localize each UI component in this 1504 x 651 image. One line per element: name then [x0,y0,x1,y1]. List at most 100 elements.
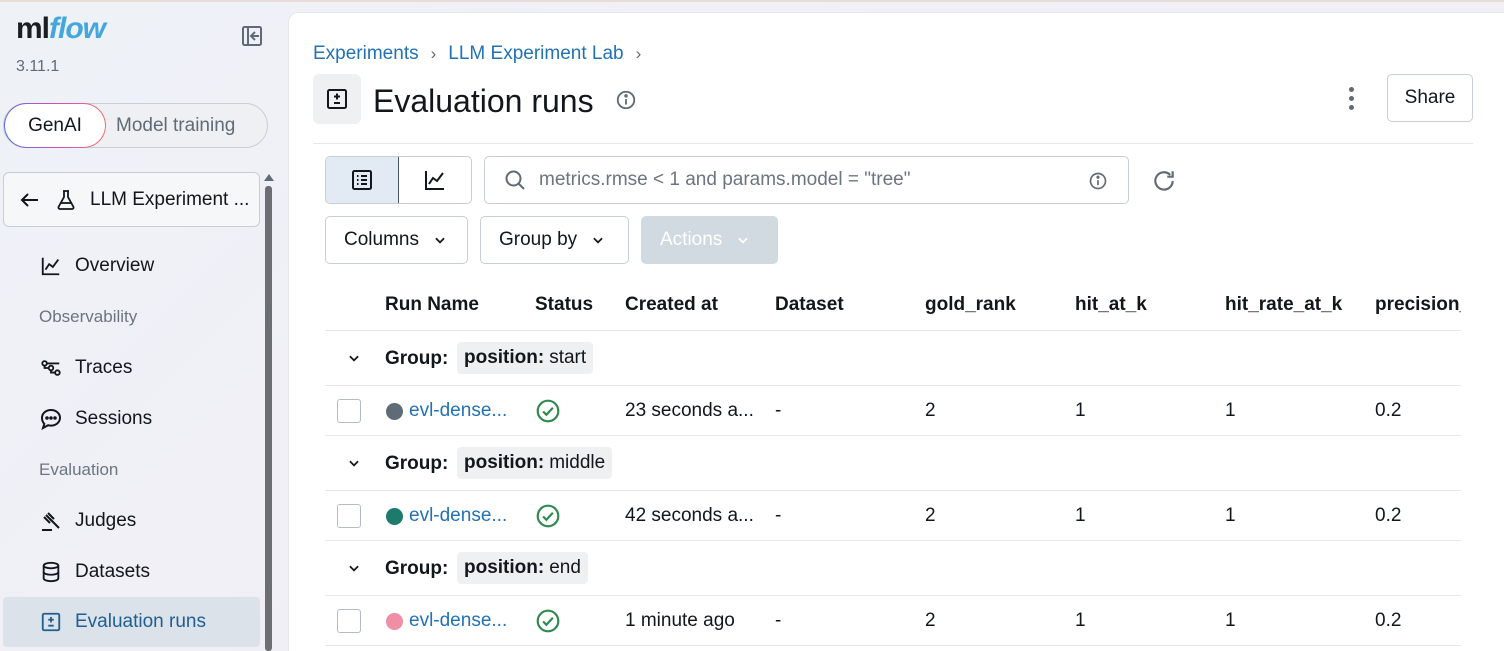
chart-view-button[interactable] [399,157,472,203]
page-icon [313,74,361,124]
sidebar-item-sessions[interactable]: Sessions [3,394,260,443]
table-row: evl-dense... 1 minute ago - 2 1 1 0.2 [325,596,1461,646]
group-label: Group: [385,348,449,369]
scrollbar-thumb[interactable] [265,186,272,651]
run-name-link[interactable]: evl-dense... [409,400,507,422]
arrow-left-icon[interactable] [18,188,42,212]
chart-line-icon [39,254,63,278]
column-header-run-name[interactable]: Run Name [385,294,479,316]
refresh-button[interactable] [1151,168,1177,199]
sidebar-item-evaluation-runs[interactable]: Evaluation runs [3,597,260,647]
hit-at-k-cell: 1 [1075,505,1086,526]
group-label: Group: [385,558,449,579]
experiment-selector-label: LLM Experiment ... [90,188,250,210]
column-header-created-at[interactable]: Created at [625,294,718,316]
kebab-dot [1348,95,1354,101]
gold-rank-cell: 2 [925,610,936,631]
row-checkbox[interactable] [337,399,361,423]
plus-minus-box-icon [39,610,63,634]
gavel-icon [39,509,63,533]
gold-rank-cell: 2 [925,400,936,421]
group-row-start[interactable]: Group: position: start [325,331,1461,386]
mode-model-training-button[interactable]: Model training [116,104,235,147]
hit-at-k-cell: 1 [1075,610,1086,631]
sidebar-scrollbar[interactable] [263,172,274,651]
run-color-dot[interactable] [386,613,403,630]
column-header-hit-at-k[interactable]: hit_at_k [1075,294,1147,316]
collapse-sidebar-button[interactable] [238,22,266,50]
columns-button[interactable]: Columns [325,216,468,264]
dataset-cell: - [775,400,782,421]
hit-rate-at-k-cell: 1 [1225,610,1236,631]
group-by-button[interactable]: Group by [480,216,629,264]
chat-bubble-icon [39,407,63,431]
row-checkbox[interactable] [337,504,361,528]
group-value: end [549,557,581,578]
dataset-cell: - [775,505,782,526]
sidebar-item-label: Sessions [75,407,153,429]
sidebar-item-datasets[interactable]: Datasets [3,547,260,596]
search-icon [505,170,525,190]
more-options-button[interactable] [1339,83,1363,113]
chevron-down-icon [593,237,603,244]
group-row-middle[interactable]: Group: position: middle [325,436,1461,491]
mode-genai-button[interactable]: GenAI [4,103,106,148]
group-key: position: [464,452,545,473]
flask-icon [57,189,75,210]
group-value: middle [549,452,606,473]
info-icon[interactable] [615,89,637,116]
group-value-pill: position: end [457,552,588,584]
check-circle-icon [535,398,561,429]
hit-rate-at-k-cell: 1 [1225,400,1236,421]
kebab-dot [1348,104,1354,110]
sidebar-item-traces[interactable]: Traces [3,343,260,392]
table-row: evl-dense... 42 seconds a... - 2 1 1 0.2 [325,491,1461,541]
sidebar-item-label: Datasets [75,560,150,582]
group-key: position: [464,557,545,578]
breadcrumb: Experiments › LLM Experiment Lab › [313,43,653,65]
mlflow-logo[interactable]: mlflow [16,12,106,46]
group-row-end[interactable]: Group: position: end [325,541,1461,596]
scroll-up-arrow[interactable] [264,174,274,181]
search-box [484,156,1129,204]
sidebar-item-judges[interactable]: Judges [3,496,260,545]
column-header-hit-rate-at-k[interactable]: hit_rate_at_k [1225,294,1342,316]
gold-rank-cell: 2 [925,505,936,526]
refresh-icon [1154,171,1174,191]
column-header-dataset[interactable]: Dataset [775,294,844,316]
breadcrumb-experiment-link[interactable]: LLM Experiment Lab [448,43,623,65]
header-divider [313,143,1473,144]
column-header-status[interactable]: Status [535,294,593,316]
columns-label: Columns [344,229,419,250]
row-checkbox[interactable] [337,609,361,633]
chevron-down-icon[interactable] [347,351,361,365]
sidebar-item-label: Judges [75,509,137,531]
experiment-selector[interactable]: LLM Experiment ... [3,172,260,227]
run-color-dot[interactable] [386,403,403,420]
chevron-down-icon[interactable] [347,561,361,575]
dataset-cell: - [775,610,782,631]
info-icon[interactable] [1088,171,1108,196]
nav-section-observability: Observability [39,307,138,326]
actions-button[interactable]: Actions [641,216,778,264]
chevron-down-icon[interactable] [347,456,361,470]
list-view-icon [351,170,372,190]
list-view-button[interactable] [326,157,399,203]
breadcrumb-separator: › [635,44,642,63]
sidebar-item-overview[interactable]: Overview [3,241,260,290]
share-button[interactable]: Share [1387,74,1473,122]
run-color-dot[interactable] [386,508,403,525]
run-name-link[interactable]: evl-dense... [409,610,507,632]
table-header: Run Name Status Created at Dataset gold_… [325,281,1461,331]
breadcrumb-experiments-link[interactable]: Experiments [313,43,419,65]
group-value-pill: position: middle [457,447,613,479]
run-name-link[interactable]: evl-dense... [409,505,507,527]
search-input[interactable] [539,169,1079,191]
column-header-gold-rank[interactable]: gold_rank [925,294,1016,316]
created-at-cell: 42 seconds a... [625,505,754,526]
actions-label: Actions [660,229,723,250]
column-header-precision[interactable]: precision_ [1375,294,1461,316]
sidebar: mlflow 3.11.1 GenAI Model training LLM E… [0,0,278,651]
kebab-icon [1348,86,1354,92]
group-value-pill: position: start [457,342,594,374]
